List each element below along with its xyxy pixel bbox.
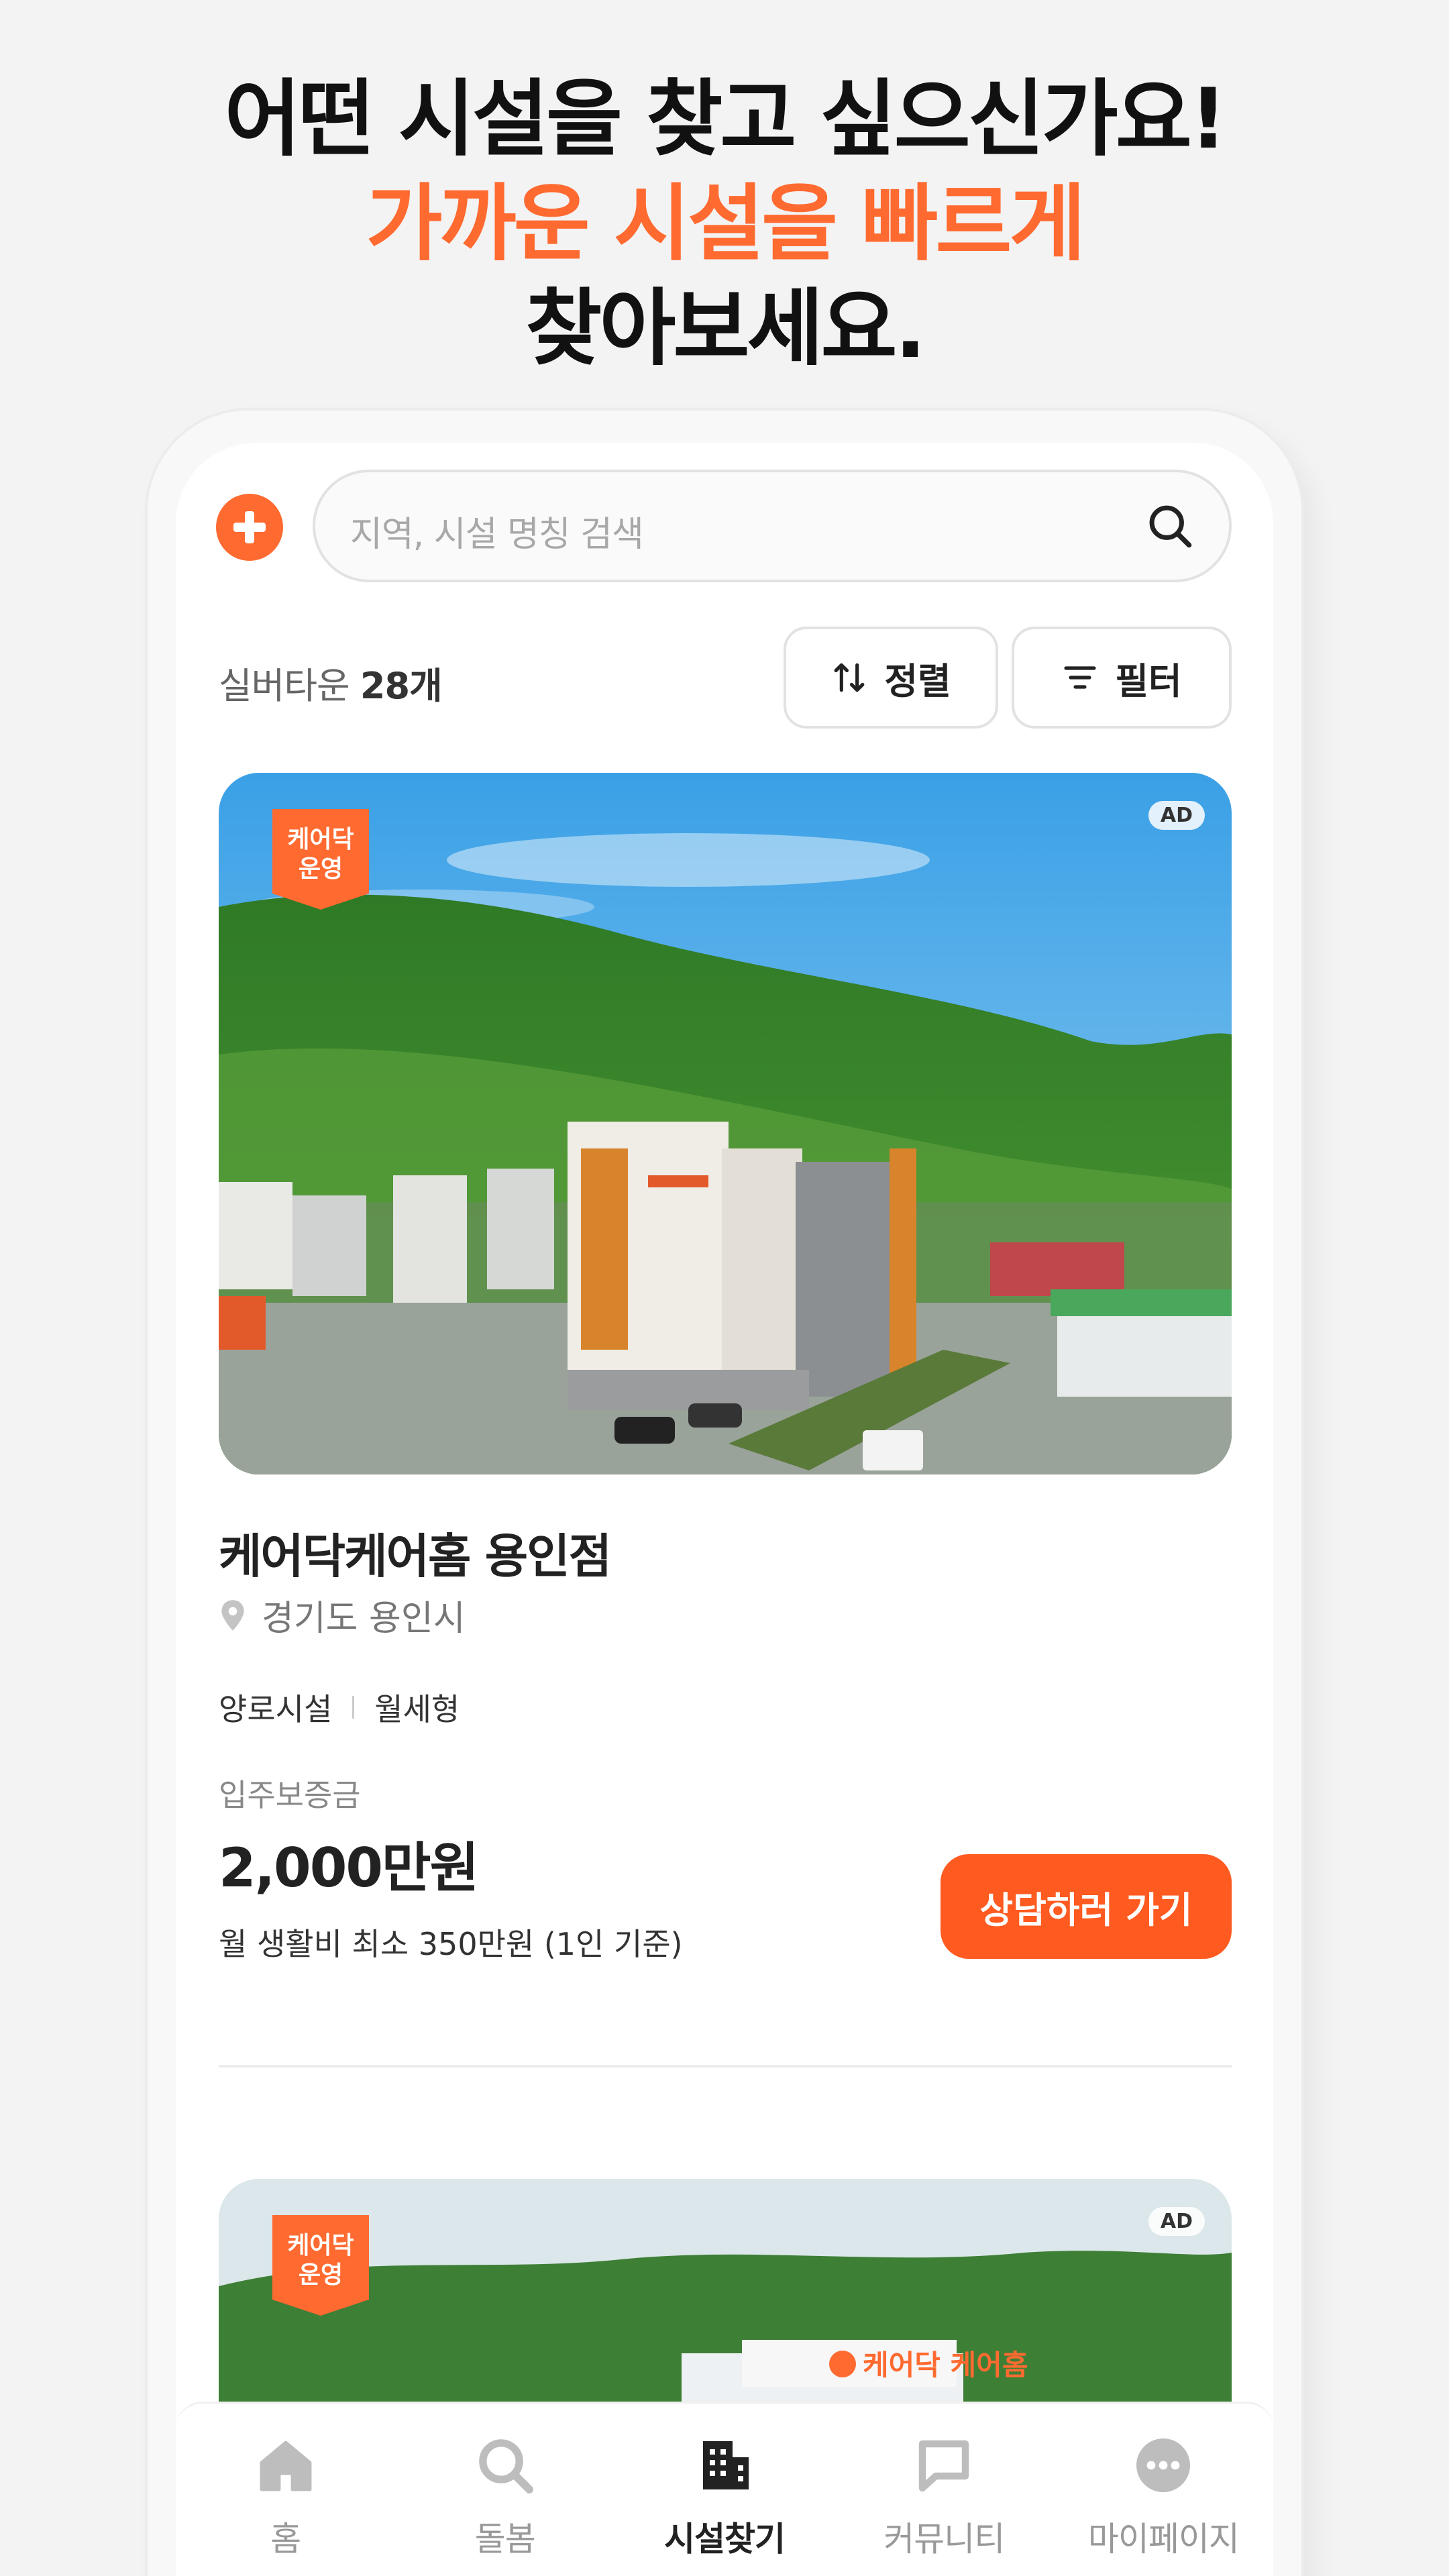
ad-label: AD xyxy=(1148,801,1205,830)
deposit-price: 2,000만원 xyxy=(219,1837,479,1899)
headline-line1: 어떤 시설을 찾고 싶으신가요! xyxy=(224,71,1227,168)
badge-line2-2: 운영 xyxy=(298,2261,343,2289)
listing-tags: 양로시설 월세형 xyxy=(219,1685,460,1729)
tab-care-label: 돌봄 xyxy=(474,2520,536,2559)
tag-type: 양로시설 xyxy=(219,1691,333,1727)
consult-button[interactable]: 상담하러 가기 xyxy=(941,1854,1232,1959)
caredoc-logo-icon[interactable] xyxy=(216,494,283,561)
search-input[interactable]: 지역, 시설 명칭 검색 xyxy=(350,506,644,556)
tab-community[interactable]: 커뮤니티 xyxy=(835,2404,1054,2576)
headline-line2: 가까운 시설을 빠르게 xyxy=(366,176,1085,272)
tab-mypage[interactable]: 마이페이지 xyxy=(1054,2404,1273,2576)
filter-label: 필터 xyxy=(1115,659,1182,702)
phone-screen: 지역, 시설 명칭 검색 실버타운 28개 정렬 필터 케어닥 운영 AD 케어… xyxy=(176,443,1273,2576)
operated-badge: 케어닥 운영 xyxy=(272,809,369,910)
badge-line1-2: 케어닥 xyxy=(287,2232,354,2259)
tag-divider xyxy=(352,1696,355,1719)
tab-home-label: 홈 xyxy=(270,2520,301,2559)
operated-badge-2: 케어닥 운영 xyxy=(272,2215,369,2316)
listing-location: 경기도 용인시 xyxy=(219,1590,466,1640)
sort-label: 정렬 xyxy=(884,659,951,702)
search-icon[interactable] xyxy=(1144,500,1195,551)
search-bar[interactable]: 지역, 시설 명칭 검색 xyxy=(313,470,1232,582)
listing-photo[interactable]: 케어닥 운영 AD xyxy=(219,773,1232,1474)
badge-line1: 케어닥 xyxy=(287,826,354,853)
sort-icon xyxy=(834,663,865,692)
filter-button[interactable]: 필터 xyxy=(1012,627,1232,729)
monthly-cost: 월 생활비 최소 350만원 (1인 기준) xyxy=(219,1926,683,1962)
tab-find-facility-label: 시설찾기 xyxy=(664,2520,786,2559)
search-icon xyxy=(478,2439,533,2493)
listing-title[interactable]: 케어닥케어홈 용인점 xyxy=(219,1519,612,1587)
headline: 어떤 시설을 찾고 싶으신가요! 가까운 시설을 빠르게 찾아보세요. xyxy=(0,67,1449,381)
filter-icon xyxy=(1064,666,1096,689)
sign-text: 케어닥 케어홈 xyxy=(863,2349,1028,2381)
tab-find-facility[interactable]: 시설찾기 xyxy=(614,2404,834,2576)
result-category: 실버타운 xyxy=(219,665,350,707)
more-icon xyxy=(1136,2438,1191,2492)
facility-photo xyxy=(219,773,1232,1474)
result-count: 실버타운 28개 xyxy=(219,656,443,709)
location-pin-icon xyxy=(221,1599,244,1631)
tab-mypage-label: 마이페이지 xyxy=(1087,2520,1240,2559)
listing-divider xyxy=(219,2065,1232,2068)
building-icon xyxy=(703,2441,749,2489)
deposit-label: 입주보증금 xyxy=(219,1777,361,1813)
headline-line3: 찾아보세요. xyxy=(525,280,926,377)
bottom-tab-bar: 홈 돌봄 시설찾기 커뮤니티 마이페이지 xyxy=(176,2402,1273,2576)
tag-payment: 월세형 xyxy=(374,1691,460,1727)
tab-community-label: 커뮤니티 xyxy=(883,2520,1005,2559)
tab-home[interactable]: 홈 xyxy=(176,2404,395,2576)
badge-line2: 운영 xyxy=(298,855,343,883)
location-text: 경기도 용인시 xyxy=(262,1599,466,1639)
result-count-number: 28개 xyxy=(360,665,443,707)
ad-label-2: AD xyxy=(1148,2207,1205,2236)
sort-button[interactable]: 정렬 xyxy=(784,627,998,729)
chat-icon xyxy=(919,2440,969,2492)
home-icon xyxy=(260,2440,311,2491)
tab-care[interactable]: 돌봄 xyxy=(395,2404,614,2576)
